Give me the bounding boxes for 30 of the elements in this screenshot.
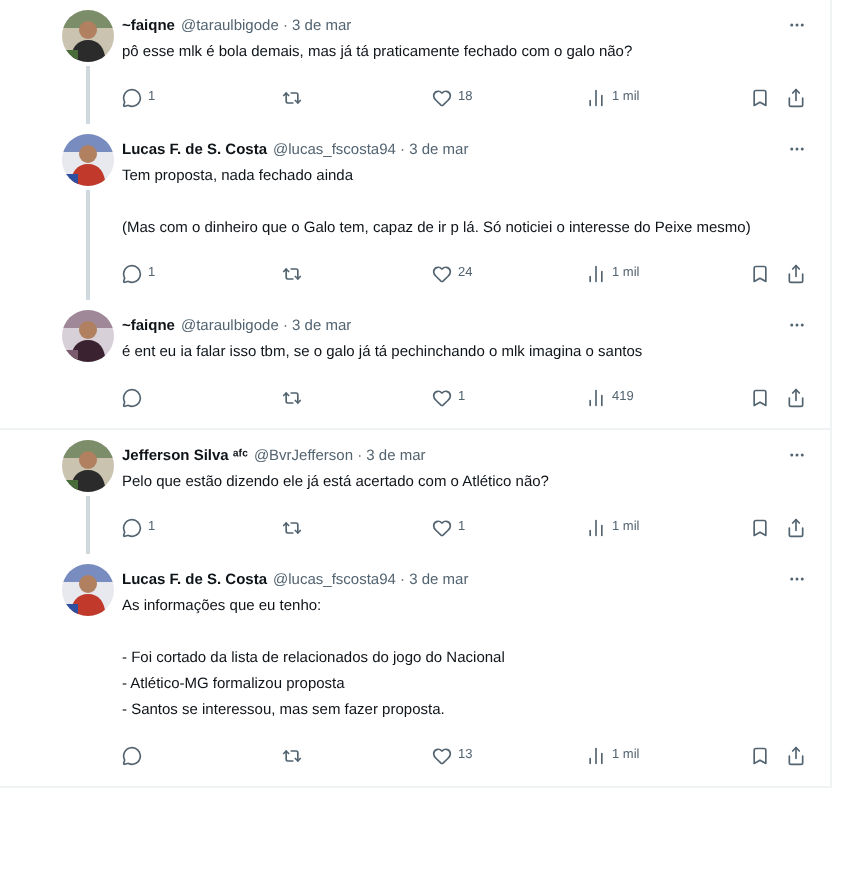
bookmark-icon[interactable] xyxy=(750,518,770,538)
share-icon[interactable] xyxy=(786,746,806,766)
reply-icon[interactable] xyxy=(122,88,142,108)
retweet-icon[interactable] xyxy=(282,518,302,538)
share-icon[interactable] xyxy=(786,518,806,538)
reply-icon[interactable] xyxy=(122,264,142,284)
retweet-icon[interactable] xyxy=(282,746,302,766)
bar-chart-icon[interactable] xyxy=(586,264,606,284)
heart-icon[interactable] xyxy=(432,264,452,284)
bookmark-icon[interactable] xyxy=(750,264,770,284)
bookmark-icon[interactable] xyxy=(750,88,770,108)
bookmark-icon[interactable] xyxy=(750,746,770,766)
bar-chart-icon[interactable] xyxy=(586,746,606,766)
reply-icon[interactable] xyxy=(122,518,142,538)
reply-icon[interactable] xyxy=(122,388,142,408)
retweet-icon[interactable] xyxy=(282,388,302,408)
retweet-icon[interactable] xyxy=(282,88,302,108)
bookmark-icon[interactable] xyxy=(750,388,770,408)
bar-chart-icon[interactable] xyxy=(586,518,606,538)
share-icon[interactable] xyxy=(786,388,806,408)
share-icon[interactable] xyxy=(786,264,806,284)
heart-icon[interactable] xyxy=(432,388,452,408)
share-icon[interactable] xyxy=(786,88,806,108)
bar-chart-icon[interactable] xyxy=(586,88,606,108)
heart-icon[interactable] xyxy=(432,518,452,538)
reply-icon[interactable] xyxy=(122,746,142,766)
heart-icon[interactable] xyxy=(432,746,452,766)
heart-icon[interactable] xyxy=(432,88,452,108)
retweet-icon[interactable] xyxy=(282,264,302,284)
bar-chart-icon[interactable] xyxy=(586,388,606,408)
